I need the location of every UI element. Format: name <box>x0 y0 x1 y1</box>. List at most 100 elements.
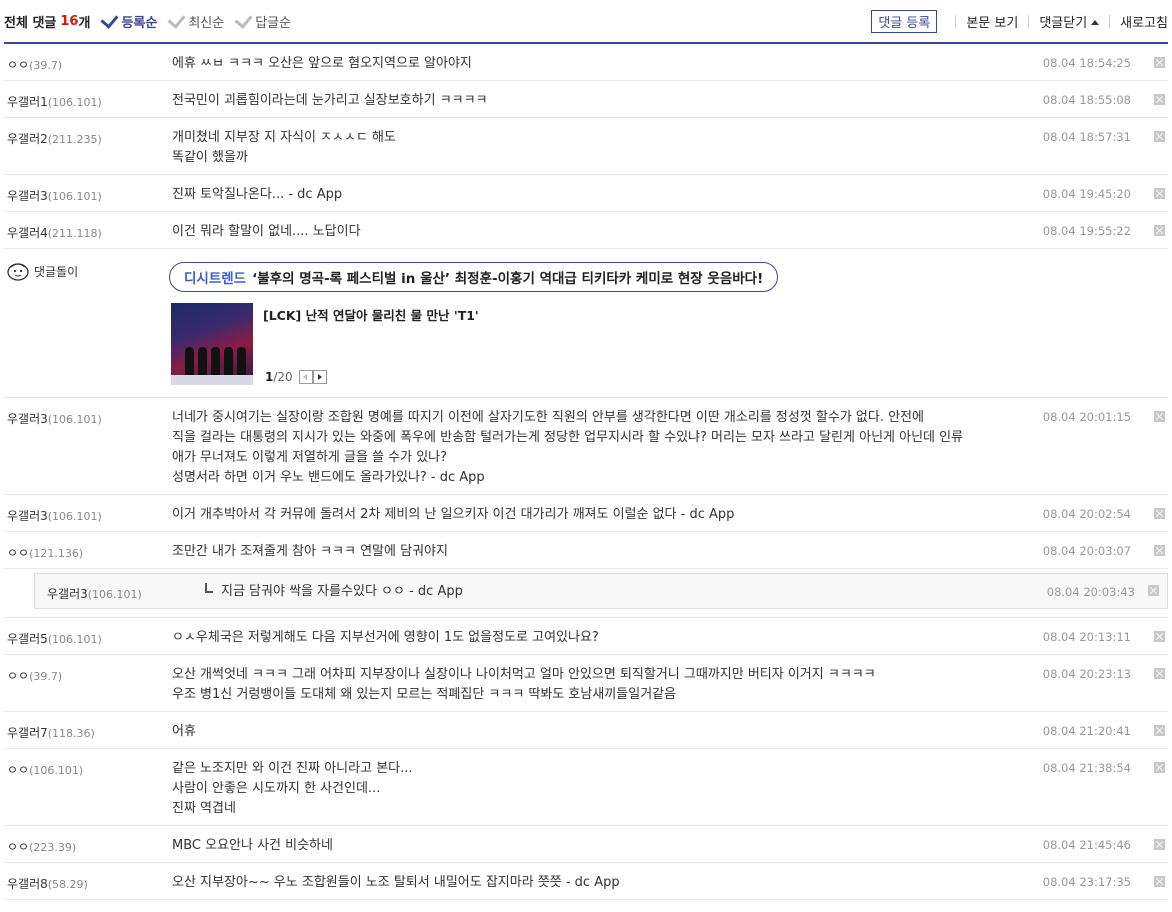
comment-row: 우갤러2(211.235) 개미쳤네 지부장 지 자식이 ㅈㅅㅅㄷ 해도 똑같이 했… <box>4 118 1168 175</box>
comment-text: 오산 지부장아~~ 우노 조합원들이 노조 탈퇴서 내밀어도 잡지마라 쯧쯧 -… <box>172 873 992 893</box>
comment-author[interactable]: ㅇㅇ(106.101) <box>7 761 83 778</box>
delete-icon[interactable] <box>1154 57 1165 68</box>
comment-row: ㅇㅇ(223.39) MBC 오요안나 사건 비슷하네 08.04 21:45:46 <box>4 826 1168 863</box>
delete-icon[interactable] <box>1154 225 1165 236</box>
trend-link[interactable]: 디시트렌드 ‘불후의 명곡-록 페스티벌 in 울산’ 최정훈-이홍기 역대급 … <box>169 262 779 292</box>
close-comments-button[interactable]: 댓글닫기 <box>1039 12 1100 31</box>
delete-icon[interactable] <box>1154 508 1165 519</box>
comment-text: 에휴 ㅆㅂ ㅋㅋㅋ 오산은 앞으로 혐오지역으로 알아야지 <box>172 54 992 74</box>
refresh-button[interactable]: 새로고침 <box>1120 12 1168 31</box>
bot-name: 댓글돌이 <box>34 265 79 279</box>
comment-line: 전국민이 괴롭힘이라는데 눈가리고 실장보호하기 ㅋㅋㅋㅋ <box>172 93 488 108</box>
comment-text: 지금 담궈야 싹을 자를수있다 ㅇㅇ - dc App <box>205 582 1025 602</box>
comment-line: MBC 오요안나 사건 비슷하네 <box>172 838 333 853</box>
comment-count: 16 <box>60 13 79 29</box>
divider <box>1028 14 1030 28</box>
delete-icon[interactable] <box>1154 668 1165 679</box>
comment-line: 오산 개썩엇네 ㅋㅋㅋ 그래 어차피 지부장이나 실장이나 나이처먹고 얼마 안… <box>172 667 876 682</box>
comment-date: 08.04 20:13:11 <box>1042 630 1131 644</box>
comment-date: 08.04 20:01:15 <box>1042 410 1131 424</box>
comment-text: 오산 개썩엇네 ㅋㅋㅋ 그래 어차피 지부장이나 실장이나 나이처먹고 얼마 안… <box>172 665 992 705</box>
comment-line: 같은 노조지만 와 이건 진짜 아니라고 본다... <box>172 761 413 776</box>
comment-line: 직을 걸라는 대통령의 지시가 있는 와중에 폭우에 반송함 털러가는게 정당한… <box>172 430 964 445</box>
comment-date: 08.04 21:38:54 <box>1042 761 1131 775</box>
comment-text: 진짜 토악질나온다... - dc App <box>172 185 992 205</box>
comment-text: 이건 뭐라 할말이 없네.... 노답이다 <box>172 222 992 242</box>
comment-line: ㅇㅅ우체국은 저렇게해도 다음 지부선거에 영향이 1도 없을정도로 고여있나요… <box>172 630 599 645</box>
delete-icon[interactable] <box>1154 131 1165 142</box>
comment-author[interactable]: 우갤러7(118.36) <box>7 724 95 741</box>
comment-line: 어휴 <box>172 724 196 739</box>
page-total: /20 <box>273 370 293 384</box>
comment-line: 성명서라 하면 이거 우노 밴드에도 올라가있나? - dc App <box>172 470 485 485</box>
comment-author[interactable]: ㅇㅇ(223.39) <box>7 838 76 855</box>
divider <box>955 14 957 28</box>
check-icon <box>167 10 186 29</box>
sort-by-registration[interactable]: 등록순 <box>100 10 157 31</box>
comment-line: 개미쳤네 지부장 지 자식이 ㅈㅅㅅㄷ 해도 <box>172 130 396 145</box>
delete-icon[interactable] <box>1154 411 1165 422</box>
comment-author[interactable]: 우갤러3(106.101) <box>7 410 102 427</box>
delete-icon[interactable] <box>1154 631 1165 642</box>
news-thumbnail[interactable] <box>171 303 253 385</box>
delete-icon[interactable] <box>1154 545 1165 556</box>
register-comment-button[interactable]: 댓글 등록 <box>871 9 938 33</box>
comment-author[interactable]: 우갤러3(106.101) <box>7 507 102 524</box>
comment-author[interactable]: 우갤러3(106.101) <box>7 187 102 204</box>
comment-count-unit: 개 <box>78 15 91 31</box>
comment-total-label: 전체 댓글 <box>4 15 57 31</box>
check-icon <box>234 10 253 29</box>
comment-row: 우갤러8(58.29) 오산 지부장아~~ 우노 조합원들이 노조 탈퇴서 내밀어… <box>4 863 1168 900</box>
comment-author[interactable]: ㅇㅇ(121.136) <box>7 544 83 561</box>
news-title[interactable]: [LCK] 난적 연달아 물리친 물 만난 'T1' <box>263 305 479 324</box>
comment-author[interactable]: 우갤러8(58.29) <box>7 875 88 892</box>
comment-date: 08.04 18:57:31 <box>1042 130 1131 144</box>
comment-author[interactable]: 우갤러1(106.101) <box>7 93 102 110</box>
reply-item: 우갤러3(106.101) 지금 담궈야 싹을 자를수있다 ㅇㅇ - dc Ap… <box>34 573 1168 609</box>
comment-author[interactable]: 우갤러4(211.118) <box>7 224 102 241</box>
comment-author[interactable]: 우갤러2(211.235) <box>7 130 102 147</box>
comment-text: 전국민이 괴롭힘이라는데 눈가리고 실장보호하기 ㅋㅋㅋㅋ <box>172 91 992 111</box>
comment-line: 이건 뭐라 할말이 없네.... 노답이다 <box>172 224 361 239</box>
delete-icon[interactable] <box>1154 762 1165 773</box>
comment-text: 같은 노조지만 와 이건 진짜 아니라고 본다... 사람이 안좋은 시도까지 한… <box>172 759 992 819</box>
comment-row: ㅇㅇ(106.101) 같은 노조지만 와 이건 진짜 아니라고 본다... 사람이… <box>4 749 1168 826</box>
comment-author[interactable]: ㅇㅇ(39.7) <box>7 667 62 684</box>
delete-icon[interactable] <box>1154 876 1165 887</box>
comment-author[interactable]: 우갤러5(106.101) <box>7 630 102 647</box>
comment-row: 우갤러7(118.36) 어휴 08.04 21:20:41 <box>4 712 1168 749</box>
comment-date: 08.04 20:23:13 <box>1042 667 1131 681</box>
comment-date: 08.04 21:20:41 <box>1042 724 1131 738</box>
delete-icon[interactable] <box>1154 725 1165 736</box>
comment-date: 08.04 18:54:25 <box>1042 56 1131 70</box>
next-page-button[interactable] <box>312 370 327 384</box>
comment-row: 우갤러3(106.101) 이거 개추박아서 각 커뮤에 돌려서 2차 제비의 난… <box>4 495 1168 532</box>
sort-by-latest[interactable]: 최신순 <box>167 10 224 31</box>
comment-date: 08.04 20:02:54 <box>1042 507 1131 521</box>
comment-text: MBC 오요안나 사건 비슷하네 <box>172 836 992 856</box>
comment-author[interactable]: ㅇㅇ(39.7) <box>7 56 62 73</box>
divider <box>1109 14 1111 28</box>
comment-row: ㅇㅇ(121.136) 조만간 내가 조져줄게 참아 ㅋㅋㅋ 연말에 담궈야지 08… <box>4 532 1168 569</box>
delete-icon[interactable] <box>1154 94 1165 105</box>
comment-row: 우갤러4(211.118) 이건 뭐라 할말이 없네.... 노답이다 08.04 … <box>4 212 1168 249</box>
comment-row: ㅇㅇ(39.7) 오산 개썩엇네 ㅋㅋㅋ 그래 어차피 지부장이나 실장이나 나이… <box>4 655 1168 712</box>
delete-icon[interactable] <box>1154 188 1165 199</box>
delete-icon[interactable] <box>1148 585 1159 596</box>
news-pager: 1 /20 <box>265 370 327 384</box>
comment-author[interactable]: 우갤러3(106.101) <box>47 585 142 602</box>
comment-line: 이거 개추박아서 각 커뮤에 돌려서 2차 제비의 난 일으키자 이건 대가리가… <box>172 507 735 522</box>
view-body-button[interactable]: 본문 보기 <box>966 12 1018 31</box>
reply-container: 우갤러3(106.101) 지금 담궈야 싹을 자를수있다 ㅇㅇ - dc Ap… <box>4 569 1168 618</box>
comment-date: 08.04 20:03:07 <box>1042 544 1131 558</box>
comment-text: 조만간 내가 조져줄게 참아 ㅋㅋㅋ 연말에 담궈야지 <box>172 542 992 562</box>
prev-page-button[interactable] <box>298 370 313 384</box>
sort-by-replies[interactable]: 답글순 <box>234 10 291 31</box>
check-icon <box>100 10 119 29</box>
comment-date: 08.04 19:55:22 <box>1042 224 1131 238</box>
comment-row: 우갤러5(106.101) ㅇㅅ우체국은 저렇게해도 다음 지부선거에 영향이 1… <box>4 618 1168 655</box>
comment-line: 조만간 내가 조져줄게 참아 ㅋㅋㅋ 연말에 담궈야지 <box>172 544 448 559</box>
delete-icon[interactable] <box>1154 839 1165 850</box>
bot-row: 댓글돌이 디시트렌드 ‘불후의 명곡-록 페스티벌 in 울산’ 최정훈-이홍기… <box>4 249 1168 398</box>
comment-row: 우갤러3(106.101) 진짜 토악질나온다... - dc App 08.04 … <box>4 175 1168 212</box>
